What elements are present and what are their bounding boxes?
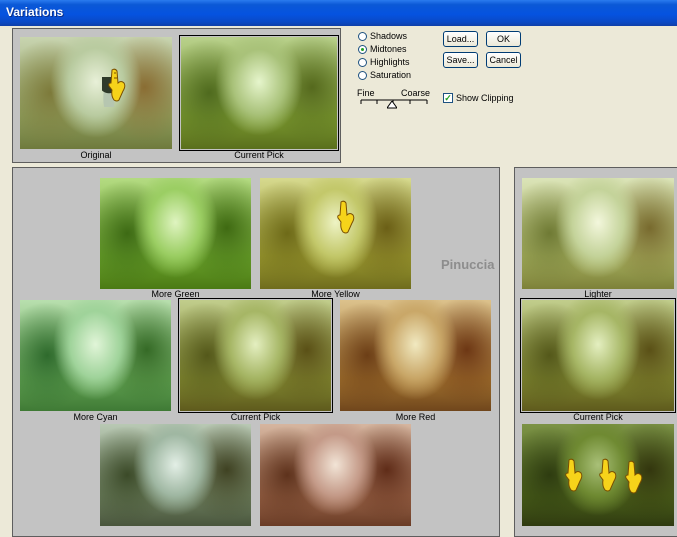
- slider-thumb-icon[interactable]: [387, 101, 397, 109]
- checkbox-check-icon[interactable]: ✓: [443, 93, 453, 103]
- more-blue-thumbnail[interactable]: [100, 424, 251, 526]
- more-red-thumbnail[interactable]: [340, 300, 491, 411]
- hand-pointer-icon: [599, 458, 617, 492]
- radio-highlights[interactable]: Highlights: [358, 56, 410, 68]
- window-title: Variations: [6, 5, 64, 19]
- load-button[interactable]: Load...: [443, 31, 478, 47]
- more-green-thumbnail[interactable]: [100, 178, 251, 289]
- current-pick-center-thumbnail[interactable]: [178, 298, 333, 413]
- title-bar: Variations: [0, 0, 677, 26]
- save-button[interactable]: Save...: [443, 52, 478, 68]
- radio-button[interactable]: [358, 44, 367, 54]
- current-pick-top-label: Current Pick: [234, 150, 284, 160]
- radio-button[interactable]: [358, 57, 367, 67]
- lighter-thumbnail[interactable]: [522, 178, 674, 289]
- more-red-label: More Red: [395, 412, 436, 422]
- show-clipping-label: Show Clipping: [456, 93, 514, 103]
- more-cyan-label: More Cyan: [73, 412, 118, 422]
- original-thumbnail[interactable]: [20, 37, 172, 149]
- hand-pointer-icon: [625, 460, 643, 494]
- current-pick-center-label: Current Pick: [230, 412, 281, 422]
- hand-pointer-icon: [337, 200, 355, 234]
- more-magenta-thumbnail[interactable]: [260, 424, 411, 526]
- radio-shadows[interactable]: Shadows: [358, 30, 407, 42]
- radio-label-midtones: Midtones: [370, 44, 407, 54]
- more-cyan-thumbnail[interactable]: [20, 300, 171, 411]
- top-preview-panel: Original Current Pick: [12, 28, 341, 163]
- current-pick-right-thumbnail[interactable]: [520, 298, 676, 413]
- radio-button[interactable]: [358, 31, 367, 41]
- radio-label-shadows: Shadows: [370, 31, 408, 41]
- hand-pointer-icon: [565, 458, 583, 492]
- fine-coarse-slider[interactable]: Fine Coarse: [357, 88, 430, 110]
- radio-label-highlights: Highlights: [370, 57, 410, 67]
- watermark-text: Pinuccia: [441, 257, 495, 272]
- cancel-button[interactable]: Cancel: [486, 52, 521, 68]
- original-label: Original: [80, 150, 112, 160]
- radio-midtones[interactable]: Midtones: [358, 43, 407, 55]
- ok-button[interactable]: OK: [486, 31, 521, 47]
- radio-label-saturation: Saturation: [370, 70, 412, 80]
- radio-button[interactable]: [358, 70, 367, 80]
- show-clipping-checkbox[interactable]: ✓ Show Clipping: [443, 93, 514, 103]
- current-pick-right-label: Current Pick: [573, 412, 623, 422]
- radio-saturation[interactable]: Saturation: [358, 69, 411, 81]
- current-pick-top-thumbnail[interactable]: [179, 35, 339, 151]
- hand-pointer-icon: [108, 68, 126, 102]
